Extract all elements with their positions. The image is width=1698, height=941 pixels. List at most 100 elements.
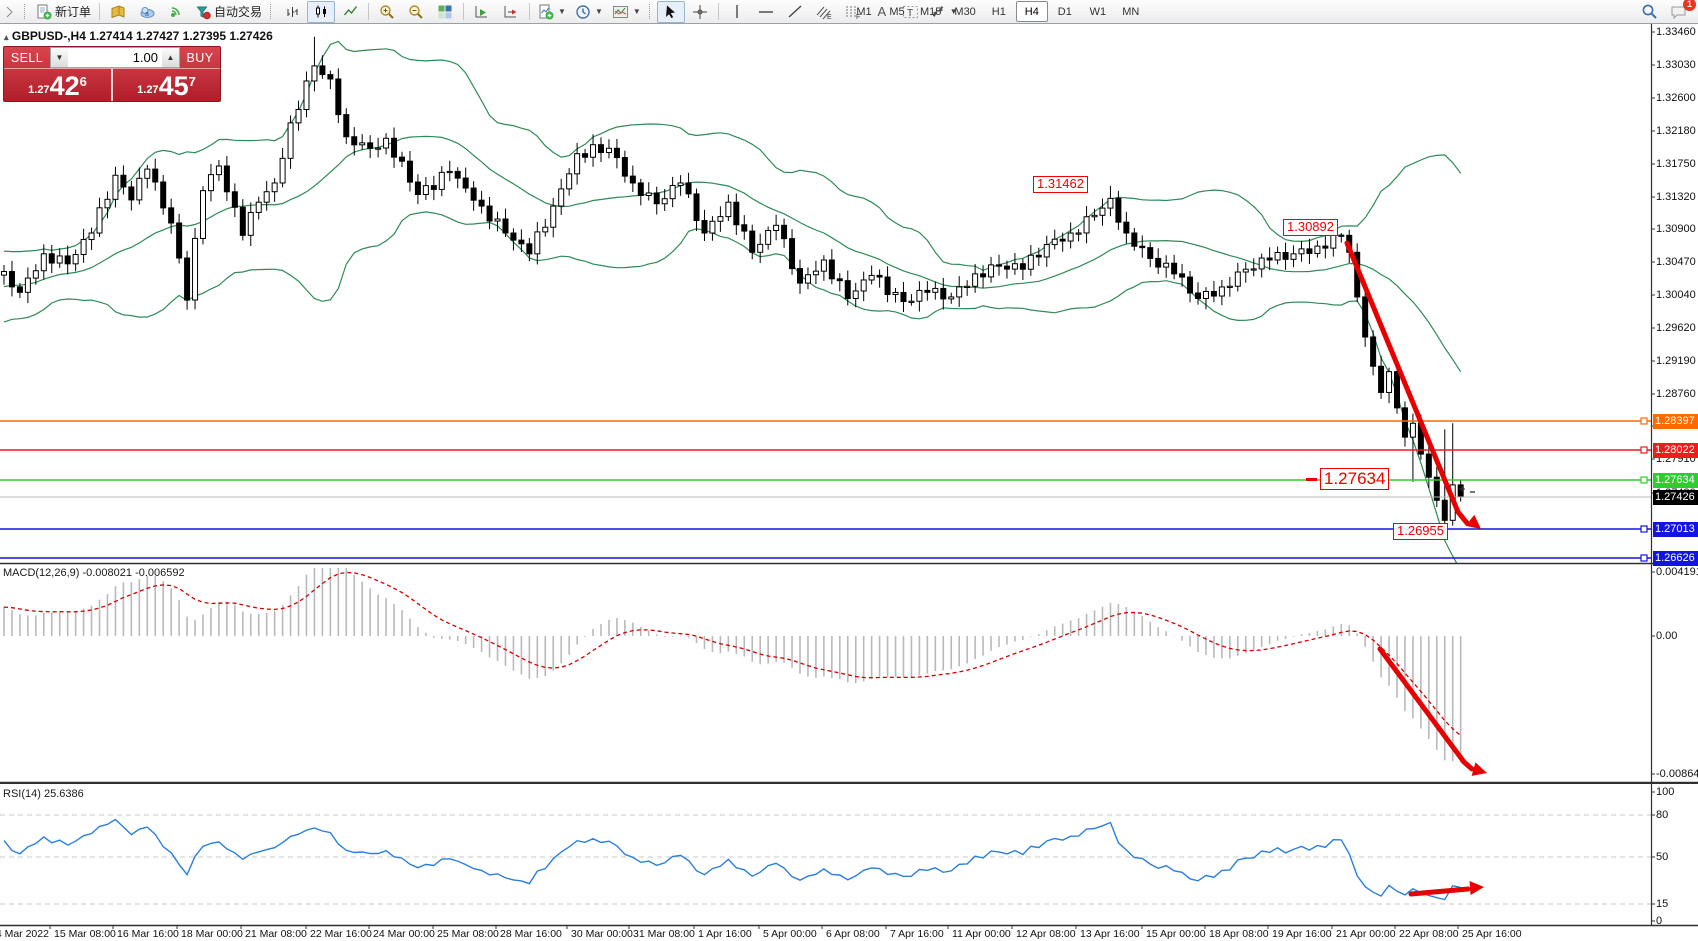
zoom-in-icon	[379, 4, 395, 20]
toolbar-right-group: 1	[1635, 0, 1692, 23]
timeframe-H1[interactable]: H1	[983, 1, 1015, 22]
time-axis-label: 19 Apr 16:00	[1272, 928, 1332, 940]
notification-badge: 1	[1683, 0, 1696, 11]
auto-trading-icon	[195, 4, 211, 20]
timeframe-D1[interactable]: D1	[1049, 1, 1081, 22]
auto-scroll-button[interactable]	[468, 1, 496, 23]
new-order-button[interactable]: 新订单	[32, 1, 95, 23]
price-level-label: 1.27634	[1653, 473, 1698, 488]
time-axis-label: 30 Mar 00:00	[571, 928, 633, 940]
svg-text:E: E	[827, 14, 832, 20]
buy-button[interactable]: BUY	[180, 47, 220, 68]
templates-button[interactable]: ▼	[608, 1, 645, 23]
search-button[interactable]	[1635, 1, 1663, 23]
price-annotation[interactable]: 1.31462	[1033, 176, 1088, 193]
time-axis-label: 25 Mar 08:00	[437, 928, 499, 940]
signals-button[interactable]	[162, 1, 190, 23]
toolbar-overflow-icon[interactable]	[0, 1, 20, 23]
equidistant-channel-tool-button[interactable]: E	[810, 1, 838, 23]
time-axis-label: 21 Apr 00:00	[1336, 928, 1396, 940]
separator	[529, 3, 530, 20]
rsi-axis-tick: 80	[1656, 809, 1668, 821]
sell-price-big: 42	[50, 73, 80, 99]
vertical-line-tool-button[interactable]	[723, 1, 751, 23]
clock-icon	[575, 4, 591, 20]
time-axis-label: 1 Apr 16:00	[698, 928, 752, 940]
sell-price-sup: 6	[80, 74, 87, 89]
horizontal-line-tool-button[interactable]	[752, 1, 780, 23]
time-axis-label: 22 Mar 16:00	[310, 928, 372, 940]
price-axis-tick: 1.31320	[1656, 191, 1696, 203]
price-level-label: 1.26626	[1653, 551, 1698, 566]
zoom-out-button[interactable]	[402, 1, 430, 23]
timeframe-M1[interactable]: M1	[848, 1, 880, 22]
bar-chart-button[interactable]	[278, 1, 306, 23]
timeframe-M5[interactable]: M5	[881, 1, 913, 22]
price-axis-tick: 1.29620	[1656, 322, 1696, 334]
market-button[interactable]: a	[133, 1, 161, 23]
symbol-name: GBPUSD-,H4	[12, 29, 86, 43]
macd-axis-tick: 0.00	[1656, 630, 1677, 642]
price-axis-tick: 1.32180	[1656, 125, 1696, 137]
crosshair-tool-button[interactable]	[686, 1, 714, 23]
tile-windows-button[interactable]	[431, 1, 459, 23]
chevron-down-icon: ▼	[558, 7, 566, 16]
auto-trading-button[interactable]: 自动交易	[191, 1, 266, 23]
symbol-collapse-icon[interactable]: ▴	[4, 32, 9, 42]
separator	[463, 3, 464, 20]
auto-scroll-icon	[474, 4, 490, 19]
cloud-icon: a	[139, 4, 156, 20]
candlestick-chart-icon	[314, 4, 329, 19]
candlestick-chart-button[interactable]	[307, 1, 335, 23]
sell-button[interactable]: SELL	[4, 47, 50, 68]
periods-button[interactable]: ▼	[571, 1, 607, 23]
buy-price[interactable]: 1.27457	[113, 69, 220, 101]
timeframe-W1[interactable]: W1	[1082, 1, 1114, 22]
timeframe-M15[interactable]: M15	[914, 1, 947, 22]
price-axis-tick: 1.30470	[1656, 256, 1696, 268]
time-axis-label: 28 Mar 16:00	[500, 928, 562, 940]
search-icon	[1641, 3, 1658, 20]
price-level-label: 1.28022	[1653, 443, 1698, 458]
price-annotation[interactable]: 1.27634	[1320, 468, 1389, 490]
volume-stepper: ▼ ▲	[50, 47, 180, 68]
line-chart-button[interactable]	[336, 1, 364, 23]
template-icon	[612, 4, 629, 20]
chart-canvas[interactable]	[0, 0, 1698, 941]
bar-chart-icon	[285, 4, 300, 19]
cursor-tool-button[interactable]	[657, 1, 685, 23]
timeframe-MN[interactable]: MN	[1115, 1, 1147, 22]
price-axis-tick: 1.32600	[1656, 92, 1696, 104]
volume-increase-button[interactable]: ▲	[162, 48, 179, 67]
separator	[368, 3, 369, 20]
macd-axis-tick: 0.004191	[1656, 566, 1698, 578]
price-annotation[interactable]: 1.26955	[1393, 523, 1448, 540]
buy-price-sup: 7	[189, 74, 196, 89]
price-annotation[interactable]: 1.30892	[1283, 219, 1338, 236]
price-level-label: 1.27013	[1653, 522, 1698, 537]
chart-shift-button[interactable]	[497, 1, 525, 23]
time-axis-label: 15 Apr 00:00	[1146, 928, 1206, 940]
chevron-down-icon: ▼	[633, 7, 641, 16]
rsi-axis-tick: 100	[1656, 786, 1674, 798]
timeframe-H4[interactable]: H4	[1016, 1, 1048, 22]
trendline-icon	[787, 4, 803, 19]
rsi-axis-tick: 50	[1656, 851, 1668, 863]
macd-axis-tick: -0.008647	[1656, 768, 1698, 780]
separator	[718, 3, 719, 20]
time-axis-label: 12 Apr 08:00	[1016, 928, 1076, 940]
zoom-in-button[interactable]	[373, 1, 401, 23]
tile-windows-icon	[437, 4, 453, 20]
sell-price[interactable]: 1.27426	[4, 69, 113, 101]
timeframe-group: M1M5M15M30H1H4D1W1MN	[848, 0, 1147, 23]
notifications-button[interactable]: 1	[1664, 1, 1692, 23]
volume-input[interactable]	[68, 48, 162, 67]
book-icon	[110, 4, 126, 20]
trendline-tool-button[interactable]	[781, 1, 809, 23]
timeframe-M30[interactable]: M30	[948, 1, 981, 22]
indicators-button[interactable]: ▼	[534, 1, 570, 23]
one-click-trading-panel: SELL ▼ ▲ BUY 1.27426 1.27457	[3, 46, 221, 102]
sell-price-prefix: 1.27	[28, 84, 49, 96]
volume-decrease-button[interactable]: ▼	[51, 48, 68, 67]
market-watch-button[interactable]	[104, 1, 132, 23]
